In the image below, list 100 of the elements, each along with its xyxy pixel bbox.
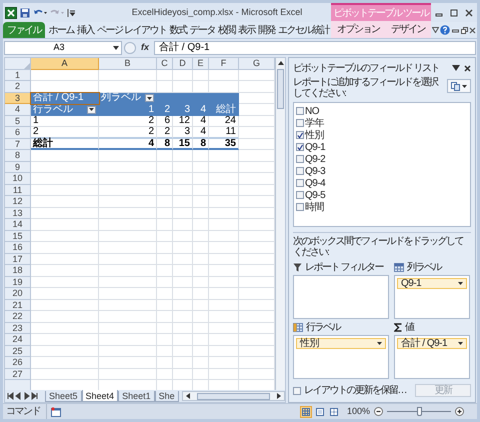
row-header[interactable]: 5 xyxy=(5,116,31,127)
field-label[interactable]: Q9-2 xyxy=(305,154,326,164)
ribbon-tab[interactable]: ホーム xyxy=(47,22,76,38)
checkbox[interactable] xyxy=(296,143,304,151)
scroll-up-icon[interactable] xyxy=(278,60,284,66)
sheet-tab[interactable]: Sheet4 xyxy=(82,390,118,402)
ribbon-collapse-icon[interactable] xyxy=(432,27,439,33)
view-button-icon[interactable] xyxy=(314,406,325,416)
layout-menu-button[interactable] xyxy=(447,79,471,93)
filter-dropdown-button[interactable] xyxy=(145,94,154,102)
ribbon-tab[interactable]: 挿入 xyxy=(76,22,96,38)
row-header[interactable]: 23 xyxy=(5,322,31,334)
row-header[interactable]: 2 xyxy=(5,81,31,92)
ribbon-tab[interactable]: 校閲 xyxy=(216,22,236,38)
zoom-in-icon[interactable] xyxy=(455,407,464,416)
row-header[interactable]: 6 xyxy=(5,127,31,138)
field-label[interactable]: NO xyxy=(305,106,319,116)
view-button-icon[interactable] xyxy=(300,406,311,416)
row-header[interactable]: 4 xyxy=(5,104,31,116)
drop-area[interactable]: 合計 / Q9-1 xyxy=(394,335,470,379)
scroll-right-icon[interactable] xyxy=(276,393,282,399)
row-header[interactable]: 16 xyxy=(5,242,31,254)
drop-area[interactable]: 性別 xyxy=(293,335,389,379)
column-header[interactable]: F xyxy=(209,58,239,70)
column-header[interactable]: E xyxy=(193,58,209,70)
row-header[interactable]: 24 xyxy=(5,334,31,346)
customize-caret-icon[interactable] xyxy=(67,8,75,18)
ribbon-tab[interactable]: デザイン xyxy=(389,22,428,37)
vertical-scrollbar[interactable] xyxy=(275,58,285,390)
field-label[interactable]: Q9-3 xyxy=(305,166,326,176)
field-label[interactable]: Q9-1 xyxy=(305,142,326,152)
ribbon-tab[interactable]: データ xyxy=(188,22,216,38)
checkbox[interactable] xyxy=(296,119,304,127)
ribbon-tab[interactable]: オプション xyxy=(334,22,382,37)
drop-area[interactable]: Q9-1 xyxy=(394,275,470,319)
zoom-slider[interactable] xyxy=(387,407,451,416)
ribbon-tab[interactable]: 表示 xyxy=(236,22,256,38)
row-header[interactable]: 18 xyxy=(5,265,31,276)
scroll-left-icon[interactable] xyxy=(184,393,191,399)
minimize-icon[interactable] xyxy=(452,26,459,34)
checkbox[interactable] xyxy=(296,191,304,199)
row-header[interactable]: 7 xyxy=(5,138,31,150)
ribbon-tab[interactable]: 開発 xyxy=(256,22,276,38)
checkbox[interactable] xyxy=(296,179,304,187)
row-header[interactable]: 27 xyxy=(5,368,31,380)
field-chip[interactable]: Q9-1 xyxy=(397,278,467,289)
row-header[interactable]: 13 xyxy=(5,208,31,219)
checkbox[interactable] xyxy=(296,167,304,175)
row-header[interactable]: 8 xyxy=(5,150,31,162)
field-label[interactable]: 学年 xyxy=(305,118,324,128)
row-header[interactable]: 10 xyxy=(5,173,31,184)
maximize-icon[interactable] xyxy=(450,8,458,16)
field-label[interactable]: Q9-4 xyxy=(305,178,326,188)
spreadsheet-logo-icon[interactable] xyxy=(5,6,17,18)
scroll-thumb[interactable] xyxy=(196,392,270,400)
ribbon-tab[interactable]: ページ レイアウト xyxy=(96,22,168,38)
file-tab[interactable]: ファイル xyxy=(3,22,45,38)
restore-icon[interactable] xyxy=(460,26,468,34)
row-header[interactable]: 14 xyxy=(5,219,31,230)
column-header[interactable]: D xyxy=(173,58,193,70)
row-header[interactable]: 15 xyxy=(5,230,31,242)
slider-thumb[interactable] xyxy=(416,407,422,416)
row-header[interactable]: 9 xyxy=(5,162,31,173)
row-header[interactable]: 19 xyxy=(5,276,31,288)
zoom-level-text[interactable]: 100% xyxy=(346,404,370,418)
row-header[interactable]: 17 xyxy=(5,254,31,265)
row-header[interactable]: 21 xyxy=(5,300,31,311)
row-header[interactable]: 12 xyxy=(5,196,31,208)
column-header[interactable]: G xyxy=(239,58,275,70)
horizontal-scrollbar[interactable] xyxy=(182,391,285,401)
zoom-out-icon[interactable] xyxy=(374,407,383,416)
field-chip[interactable]: 合計 / Q9-1 xyxy=(397,338,467,349)
close-icon[interactable] xyxy=(465,8,474,16)
field-label[interactable]: 時間 xyxy=(305,202,324,212)
sheet-tab[interactable]: Sheet1 xyxy=(118,391,155,402)
view-button-icon[interactable] xyxy=(328,406,339,416)
column-header[interactable]: B xyxy=(99,58,157,70)
ribbon-tab[interactable]: 数式 xyxy=(168,22,188,38)
resize-handle-icon[interactable] xyxy=(124,42,136,54)
column-header[interactable]: C xyxy=(157,58,173,70)
caret-icon[interactable] xyxy=(452,65,460,71)
row-header[interactable]: 22 xyxy=(5,311,31,322)
save-icon[interactable] xyxy=(20,8,30,18)
caret-icon[interactable] xyxy=(113,46,119,50)
ribbon-tab[interactable]: エクセル統計 xyxy=(276,22,330,38)
scroll-thumb[interactable] xyxy=(277,69,284,109)
checkbox[interactable] xyxy=(296,131,304,139)
row-header[interactable]: 26 xyxy=(5,357,31,368)
row-header[interactable]: 1 xyxy=(5,70,31,81)
formula-field[interactable]: 合計 / Q9-1 xyxy=(154,40,476,54)
macro-record-icon[interactable] xyxy=(51,406,61,416)
row-header[interactable]: 11 xyxy=(5,184,31,196)
insert-function-label[interactable]: fx xyxy=(138,40,152,54)
close-icon[interactable] xyxy=(469,26,476,34)
checkbox-label[interactable]: レイアウトの更新を保留… xyxy=(304,383,412,398)
checkbox[interactable] xyxy=(293,386,301,394)
row-header[interactable]: 25 xyxy=(5,346,31,357)
close-icon[interactable] xyxy=(464,64,471,72)
column-header[interactable]: A xyxy=(31,58,99,70)
name-box[interactable]: A3 xyxy=(4,40,122,54)
